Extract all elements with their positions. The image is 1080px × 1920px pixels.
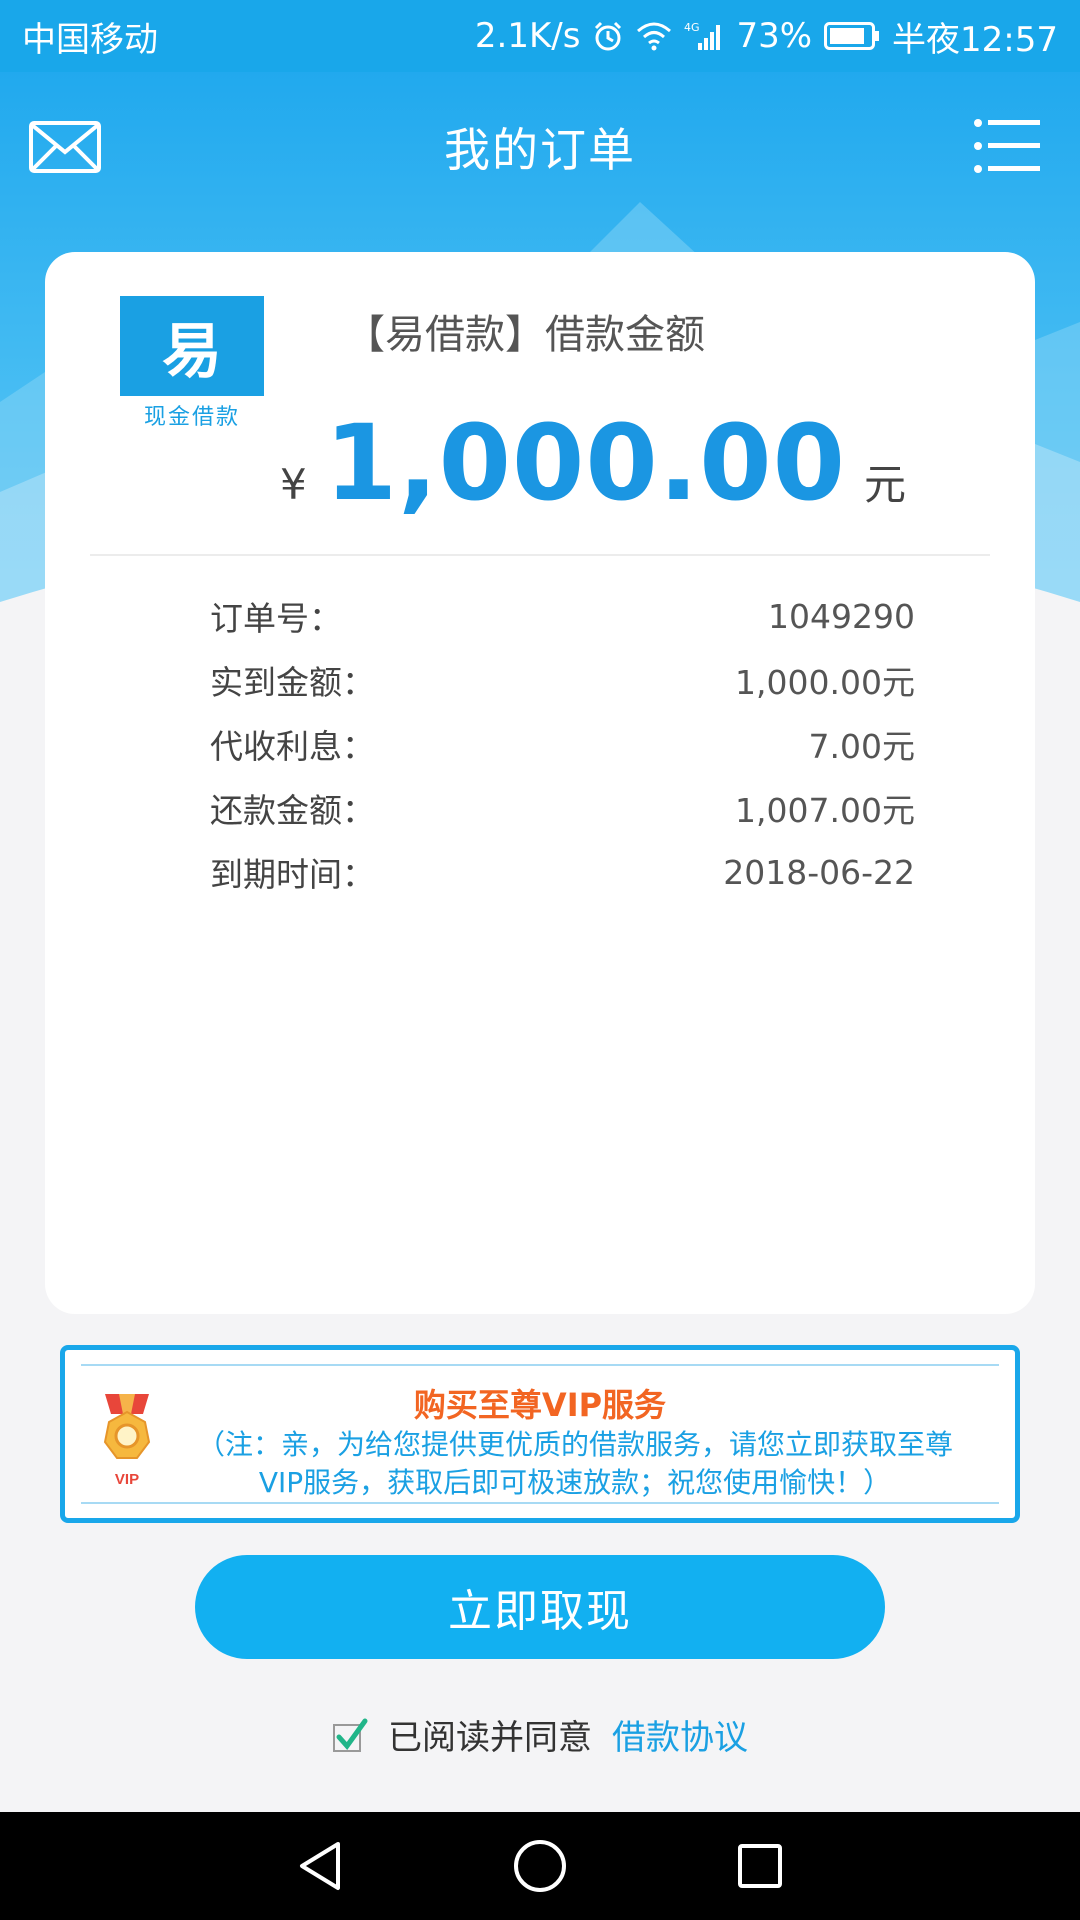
loan-title: 【易借款】借款金额 <box>345 312 705 358</box>
detail-label: 实到金额： <box>210 663 375 702</box>
network-type-label: 4G <box>684 21 700 34</box>
logo-badge: 易 <box>120 296 264 396</box>
vip-badge-label: VIP <box>115 1471 139 1488</box>
recent-apps-icon[interactable] <box>730 1836 790 1896</box>
clock: 半夜12:57 <box>892 19 1058 60</box>
detail-value: 2018-06-22 <box>723 852 915 892</box>
detail-value: 7.00元 <box>808 727 915 766</box>
status-indicators: 2.1K/s 4G 73% 半夜12:57 <box>475 12 1058 61</box>
amount-value: 1,000.00 <box>324 402 846 524</box>
agreement-row: 已阅读并同意 借款协议 <box>0 1710 1080 1759</box>
loan-agreement-link[interactable]: 借款协议 <box>612 1710 748 1759</box>
page-title: 我的订单 <box>444 123 636 177</box>
battery-icon <box>824 22 880 50</box>
system-nav-bar <box>0 1812 1080 1920</box>
amount-unit: 元 <box>863 460 906 509</box>
detail-value: 1,000.00元 <box>735 663 915 702</box>
battery-percent: 73% <box>736 16 813 56</box>
detail-label: 代收利息： <box>210 727 375 766</box>
currency-symbol: ¥ <box>280 460 307 509</box>
detail-value: 1049290 <box>768 596 915 636</box>
carrier-label: 中国移动 <box>22 19 158 60</box>
mail-icon[interactable] <box>28 120 102 174</box>
loan-amount: ¥ 1,000.00 元 <box>280 402 906 524</box>
detail-row-interest: 代收利息： 7.00元 <box>210 712 915 776</box>
detail-label: 还款金额： <box>210 791 375 830</box>
detail-row-repayment-amount: 还款金额： 1,007.00元 <box>210 776 915 840</box>
divider <box>90 554 990 556</box>
vip-title: 购买至尊VIP服务 <box>413 1386 667 1424</box>
app-logo: 易 现金借款 <box>120 296 264 438</box>
signal-icon: 4G <box>684 21 724 51</box>
detail-label: 订单号： <box>210 599 342 638</box>
home-icon[interactable] <box>510 1836 570 1896</box>
order-details: 订单号： 1049290 实到金额： 1,000.00元 代收利息： 7.00元… <box>210 584 915 904</box>
agree-checkbox[interactable] <box>332 1717 368 1753</box>
back-icon[interactable] <box>290 1836 350 1896</box>
detail-label: 到期时间： <box>210 855 375 894</box>
agree-text: 已阅读并同意 <box>388 1718 592 1758</box>
logo-caption: 现金借款 <box>143 405 240 430</box>
order-card: 易 现金借款 【易借款】借款金额 ¥ 1,000.00 元 订单号： 10492… <box>45 252 1035 1314</box>
detail-row-received-amount: 实到金额： 1,000.00元 <box>210 648 915 712</box>
network-speed: 2.1K/s <box>474 16 581 56</box>
vip-note: （注：亲，为给您提供更优质的借款服务，请您立即获取至尊VIP服务，获取后即可极速… <box>196 1428 953 1499</box>
vip-banner[interactable]: VIP 购买至尊VIP服务 （注：亲，为给您提供更优质的借款服务，请您立即获取至… <box>60 1345 1020 1523</box>
detail-row-due-date: 到期时间： 2018-06-22 <box>210 840 915 904</box>
wifi-icon <box>636 21 672 51</box>
detail-row-order-number: 订单号： 1049290 <box>210 584 915 648</box>
alarm-icon <box>592 20 624 52</box>
menu-icon[interactable] <box>974 118 1040 174</box>
logo-char: 易 <box>162 316 222 387</box>
app-header: 我的订单 <box>0 72 1080 222</box>
withdraw-button[interactable]: 立即取现 <box>195 1555 885 1659</box>
detail-value: 1,007.00元 <box>735 791 915 830</box>
status-bar: 中国移动 2.1K/s 4G 73% 半夜12:57 <box>0 0 1080 72</box>
